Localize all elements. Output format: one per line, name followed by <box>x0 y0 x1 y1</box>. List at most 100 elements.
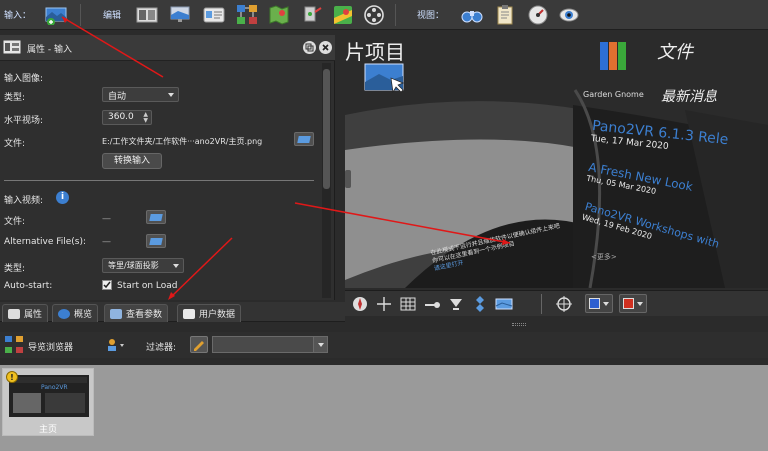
news-title: 最新消息 <box>661 89 717 105</box>
viewer-grip-handle[interactable] <box>345 170 351 188</box>
info-icon[interactable]: i <box>56 191 69 204</box>
hfov-label: 水平视场: <box>4 116 44 126</box>
open-video-button[interactable] <box>146 210 166 224</box>
thumbnail-title: Pano2VR <box>41 384 68 391</box>
convert-input-button[interactable]: 转换输入 <box>102 153 162 169</box>
autostart-option-label: Start on Load <box>117 281 178 291</box>
scrollbar-thumb[interactable] <box>323 69 330 189</box>
map-icon[interactable] <box>267 3 291 27</box>
type-label: 类型: <box>4 93 26 103</box>
close-icon[interactable] <box>319 41 332 54</box>
news-source: Garden Gnome <box>583 90 644 99</box>
panorama-thumbnail[interactable]: Pano2VR 主页 ! <box>2 368 94 436</box>
autostart-label: Auto-start: <box>4 281 53 291</box>
type-select[interactable]: 自动 <box>102 87 179 102</box>
filter-dropdown-button[interactable] <box>313 337 327 352</box>
tab-user-data-label: 用户数据 <box>199 310 236 320</box>
warning-badge-icon: ! <box>6 371 18 383</box>
patch-icon[interactable] <box>135 3 159 27</box>
chevron-down-icon <box>637 302 643 306</box>
thumbnail-header <box>11 377 87 383</box>
gauge-icon[interactable] <box>526 3 550 27</box>
film-reel-icon[interactable] <box>362 3 386 27</box>
section-divider <box>4 180 314 181</box>
filter-label: 过滤器: <box>146 343 177 353</box>
file-label: 文件: <box>4 139 26 149</box>
chevron-down-icon <box>603 302 609 306</box>
panorama-viewer[interactable]: 片项目 文件 Garden Gnome 最新消息 Pano2VR 6.1.3 R… <box>345 30 768 288</box>
thumbnail-block <box>45 393 85 413</box>
color-swatch <box>623 298 634 309</box>
thumbnail-image: Pano2VR <box>9 375 89 417</box>
tab-view-params[interactable]: 查看参数 <box>104 304 169 322</box>
project-label: 片项目 <box>345 40 405 64</box>
target-icon[interactable] <box>555 295 573 313</box>
view-section-label: 视图： <box>417 11 445 21</box>
alt-files-value: — <box>102 237 111 247</box>
video-type-select[interactable]: 等里/球面投影 <box>102 258 184 273</box>
properties-scrollbar[interactable] <box>322 63 331 298</box>
autostart-checkbox[interactable] <box>102 280 112 290</box>
filter-input[interactable] <box>212 336 328 353</box>
chevron-down-icon <box>173 264 179 268</box>
monitor-icon[interactable] <box>168 3 192 27</box>
hotspot-icon[interactable] <box>447 295 465 313</box>
thumbnail-block <box>13 393 41 413</box>
files-label: 文件 <box>657 42 693 63</box>
blue-color-picker[interactable] <box>585 294 613 313</box>
pin-icon[interactable] <box>423 295 441 313</box>
sort-icon[interactable] <box>106 337 126 353</box>
file-path: E:/工作文件夹/工作软件···ano2VR/主页.png <box>102 137 263 146</box>
properties-panel-title: 属性 - 输入 <box>27 45 72 55</box>
stepper-arrows-icon[interactable]: ▲ ▼ <box>143 112 148 124</box>
properties-panel: 属性 - 输入 输入图像: 类型: 自动 水平视场: 360.0 ▲ ▼ 文件: … <box>0 35 335 300</box>
undock-icon[interactable] <box>303 41 316 54</box>
polygon-hotspot-icon[interactable] <box>471 295 489 313</box>
type-select-value: 自动 <box>108 92 127 102</box>
open-file-button[interactable] <box>294 132 314 146</box>
panorama-link-icon[interactable] <box>495 295 513 313</box>
properties-icon <box>3 40 21 54</box>
chevron-down-icon <box>168 93 174 97</box>
google-maps-icon[interactable] <box>331 3 355 27</box>
alt-files-label: Alternative File(s): <box>4 237 87 247</box>
properties-card-icon[interactable] <box>202 3 226 27</box>
more-link[interactable]: <更多> <box>591 252 617 262</box>
viewer-toolbar <box>345 290 768 316</box>
tab-overview[interactable]: 概览 <box>52 304 99 322</box>
skin-editor-icon[interactable] <box>300 3 324 27</box>
tab-properties[interactable]: 属性 <box>2 304 49 322</box>
main-toolbar: 输入： 编辑 视图： <box>0 0 768 30</box>
red-color-picker[interactable] <box>619 294 647 313</box>
toolbar-separator <box>541 294 542 314</box>
eye-preview-icon[interactable] <box>557 3 581 27</box>
compass-icon[interactable] <box>351 295 369 313</box>
hfov-stepper[interactable]: 360.0 ▲ ▼ <box>102 110 152 125</box>
monitor-icon <box>110 308 122 319</box>
panel-tabs: 属性 概览 查看参数 用户数据 <box>0 302 345 322</box>
input-panorama-icon[interactable] <box>44 3 68 27</box>
toolbar-separator <box>395 4 396 26</box>
binoculars-icon[interactable] <box>460 3 484 27</box>
open-alt-files-button[interactable] <box>146 234 166 248</box>
toolbar-separator <box>80 4 81 26</box>
notepad-icon[interactable] <box>493 3 517 27</box>
tab-user-data[interactable]: 用户数据 <box>177 304 242 322</box>
tour-browser-icon[interactable] <box>235 3 259 27</box>
properties-card-icon <box>183 308 195 319</box>
crosshair-icon[interactable] <box>375 295 393 313</box>
video-file-value: — <box>102 214 111 224</box>
properties-icon <box>8 308 20 319</box>
grid-icon[interactable] <box>399 295 417 313</box>
tab-properties-label: 属性 <box>24 310 43 320</box>
input-section-label: 输入： <box>4 11 32 21</box>
video-type-value: 等里/球面投影 <box>108 261 159 270</box>
splitter-handle[interactable] <box>512 323 526 326</box>
video-type-label: 类型: <box>4 264 26 274</box>
tour-browser-title: 导览浏览器 <box>28 343 74 353</box>
input-image-heading: 输入图像: <box>4 74 44 84</box>
binoculars-icon <box>58 308 70 319</box>
tab-overview-label: 概览 <box>74 310 93 320</box>
tour-browser-thumbnails: Pano2VR 主页 ! <box>0 365 768 451</box>
filter-edit-icon[interactable] <box>190 336 208 353</box>
